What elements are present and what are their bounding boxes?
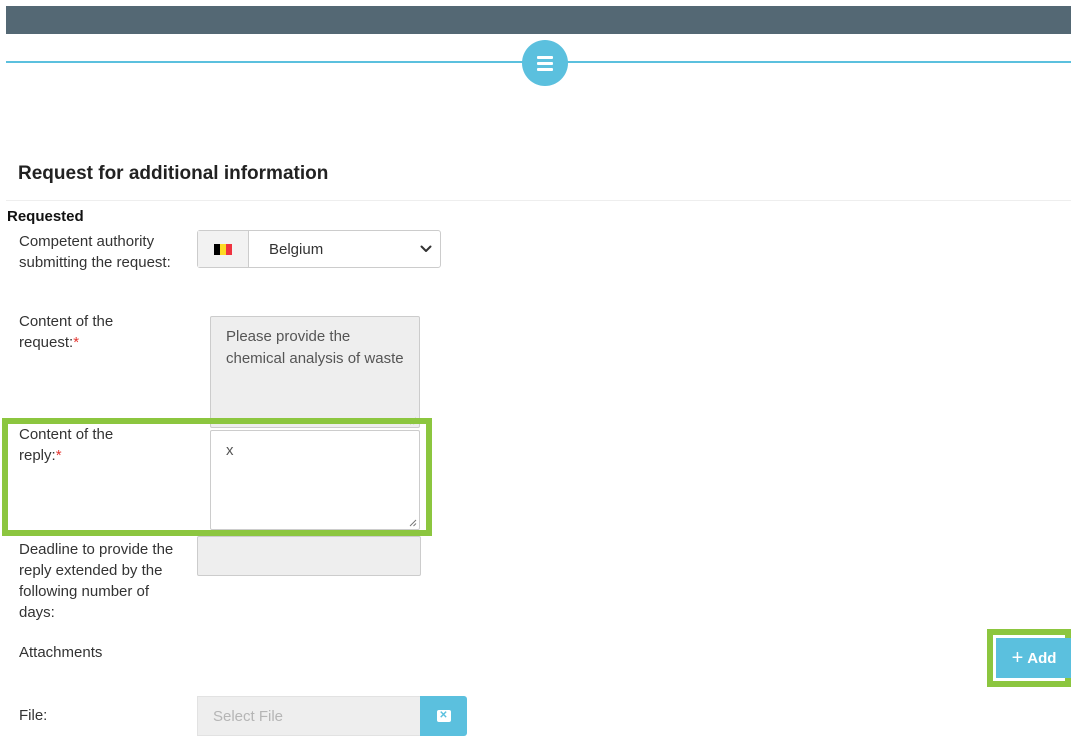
reply-highlight-box bbox=[2, 418, 432, 536]
authority-select[interactable]: Belgium bbox=[197, 230, 441, 268]
top-bar bbox=[6, 6, 1071, 34]
deadline-label: Deadline to provide the reply extended b… bbox=[19, 541, 174, 621]
clear-file-button[interactable]: ✕ bbox=[420, 696, 467, 736]
clear-file-icon: ✕ bbox=[436, 710, 451, 722]
page-title: Request for additional information bbox=[18, 163, 329, 184]
flag-addon bbox=[198, 231, 249, 267]
authority-label: Competent authority submitting the reque… bbox=[19, 233, 171, 271]
required-marker: * bbox=[73, 334, 80, 351]
hamburger-icon bbox=[537, 55, 553, 71]
add-button-label: Add bbox=[1027, 649, 1057, 667]
file-select-input[interactable]: Select File bbox=[197, 696, 421, 736]
belgium-flag-icon bbox=[214, 243, 232, 255]
attachments-label: Attachments bbox=[19, 644, 103, 661]
request-content-textarea: Please provide the chemical analysis of … bbox=[210, 316, 420, 428]
title-divider bbox=[6, 200, 1071, 201]
section-label-requested: Requested bbox=[7, 208, 84, 225]
request-content-label-text: Content of the request: bbox=[19, 313, 114, 351]
plus-icon: + bbox=[1011, 647, 1024, 669]
file-label: File: bbox=[19, 707, 48, 724]
deadline-input bbox=[197, 536, 421, 576]
authority-select-value: Belgium bbox=[269, 240, 324, 258]
request-content-label: Content of the request:* bbox=[19, 311, 159, 353]
add-attachment-button[interactable]: + Add bbox=[996, 638, 1071, 678]
menu-toggle-button[interactable] bbox=[522, 40, 568, 86]
request-content-text: Please provide the chemical analysis of … bbox=[226, 328, 404, 367]
chevron-down-icon bbox=[412, 231, 440, 267]
